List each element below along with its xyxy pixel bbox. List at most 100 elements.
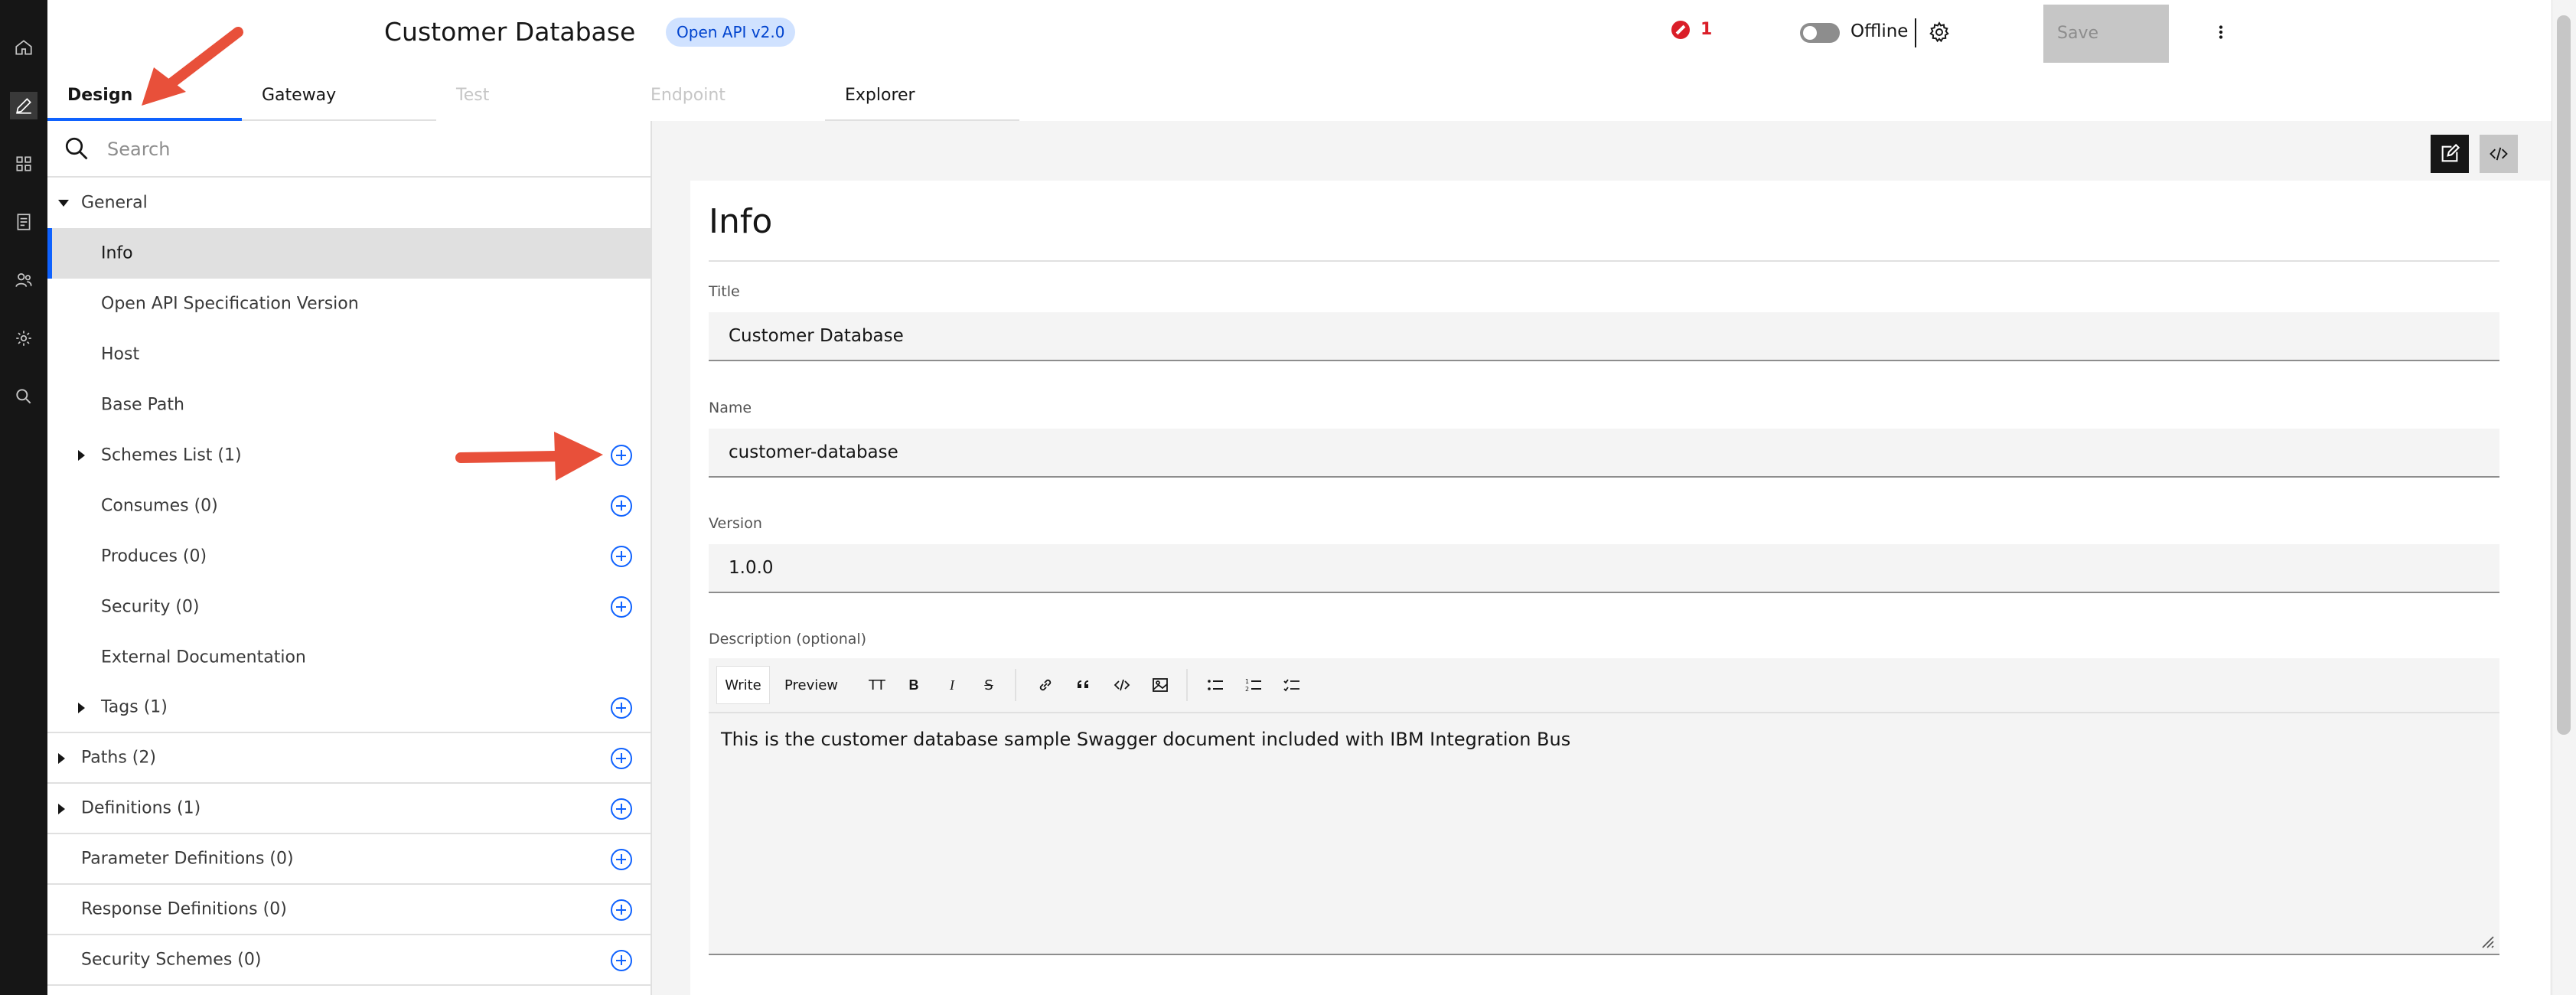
code-icon xyxy=(2490,147,2508,161)
quote-icon[interactable] xyxy=(1067,666,1101,704)
sidebar-item-label: Consumes (0) xyxy=(101,496,218,516)
form-view-button[interactable] xyxy=(2431,135,2469,173)
add-icon[interactable] xyxy=(611,697,632,719)
sidebar-item[interactable]: Open API Specification Version xyxy=(47,279,651,329)
outline-sidebar: General Info Open API Specification Versio… xyxy=(47,121,652,995)
search-input[interactable] xyxy=(106,132,626,167)
sidebar-item-label: Host xyxy=(101,344,140,364)
sidebar-item[interactable]: Tags (1) xyxy=(47,683,651,733)
checklist-icon[interactable] xyxy=(1275,666,1309,704)
add-icon[interactable] xyxy=(611,849,632,870)
sidebar-item[interactable]: External Documentation xyxy=(47,632,651,683)
title-input[interactable] xyxy=(709,312,2499,361)
image-icon[interactable] xyxy=(1143,666,1177,704)
sidebar-item-label: Tags (1) xyxy=(101,697,168,717)
sidebar-item-label: Security Schemes (0) xyxy=(81,950,262,970)
settings-icon[interactable] xyxy=(1925,18,1953,46)
tab-test: Test xyxy=(436,77,631,121)
write-tab[interactable]: Write xyxy=(716,666,770,704)
scrollbar-thumb[interactable] xyxy=(2557,15,2571,735)
bulleted-list-icon[interactable] xyxy=(1198,666,1232,704)
sidebar-item[interactable]: Security (0) xyxy=(47,582,651,632)
chevron-right-icon[interactable] xyxy=(78,703,85,713)
code-icon[interactable] xyxy=(1105,666,1139,704)
toggle-knob xyxy=(1803,26,1817,40)
editor-toolbar: Write Preview TT B I S 1 2 xyxy=(709,658,2499,713)
svg-text:2: 2 xyxy=(1245,686,1249,693)
description-text[interactable]: This is the customer database sample Swa… xyxy=(721,729,2481,750)
sidebar-item[interactable]: Response Definitions (0) xyxy=(47,885,651,935)
bold-button[interactable]: B xyxy=(898,666,929,704)
preview-tab[interactable]: Preview xyxy=(778,666,845,704)
sidebar-item[interactable]: Parameter Definitions (0) xyxy=(47,834,651,885)
add-icon[interactable] xyxy=(611,798,632,820)
strikethrough-button[interactable]: S xyxy=(973,666,1004,704)
sidebar-item-label: Response Definitions (0) xyxy=(81,899,287,919)
tab-gateway[interactable]: Gateway xyxy=(242,77,436,121)
search-icon[interactable] xyxy=(10,383,37,410)
sidebar-item[interactable]: Base Path xyxy=(47,380,651,430)
apps-icon[interactable] xyxy=(10,150,37,178)
left-nav-rail xyxy=(0,0,47,995)
save-button[interactable]: Save xyxy=(2043,5,2169,63)
link-icon[interactable] xyxy=(1029,666,1062,704)
main-panel: Info Title Name Version Description (opt… xyxy=(652,121,2552,995)
add-icon[interactable] xyxy=(611,495,632,517)
numbered-list-icon[interactable]: 12 xyxy=(1237,666,1270,704)
sidebar-item-label: Security (0) xyxy=(101,597,200,617)
header-divider xyxy=(1915,18,1916,47)
error-indicator[interactable]: 1 xyxy=(1671,20,1712,39)
annotation-arrow-icon xyxy=(455,432,603,481)
sidebar-item[interactable]: Consumes (0) xyxy=(47,481,651,531)
italic-button[interactable]: I xyxy=(937,666,967,704)
search-icon xyxy=(65,137,88,160)
users-icon[interactable] xyxy=(10,266,37,294)
overflow-menu-icon[interactable] xyxy=(2207,18,2235,46)
heading-divider xyxy=(709,260,2499,262)
chevron-right-icon[interactable] xyxy=(78,450,85,461)
offline-toggle[interactable] xyxy=(1800,23,1840,43)
add-icon[interactable] xyxy=(611,445,632,466)
sidebar-item[interactable]: Info xyxy=(47,228,651,279)
home-icon[interactable] xyxy=(10,34,37,61)
settings-icon[interactable] xyxy=(10,325,37,352)
sidebar-item[interactable]: Produces (0) xyxy=(47,531,651,582)
description-editor[interactable]: Write Preview TT B I S 1 2 This is the c… xyxy=(709,658,2499,955)
add-icon[interactable] xyxy=(611,596,632,618)
sidebar-item[interactable]: Host xyxy=(47,329,651,380)
add-icon[interactable] xyxy=(611,546,632,567)
sidebar-item-label: Info xyxy=(101,243,133,263)
heading-button[interactable]: TT xyxy=(862,666,892,704)
sidebar-item-label: Produces (0) xyxy=(101,546,207,566)
chevron-down-icon[interactable] xyxy=(58,200,69,207)
name-label: Name xyxy=(709,400,752,416)
sidebar-item[interactable]: Definitions (1) xyxy=(47,784,651,834)
add-icon[interactable] xyxy=(611,899,632,921)
toolbar-divider xyxy=(1015,669,1016,701)
toolbar-divider xyxy=(1186,669,1188,701)
resize-handle-icon[interactable] xyxy=(2477,931,2495,949)
section-heading: Info xyxy=(709,202,773,241)
info-form: Info Title Name Version Description (opt… xyxy=(690,181,2550,995)
sidebar-item-label: Parameter Definitions (0) xyxy=(81,849,294,869)
document-icon[interactable] xyxy=(10,208,37,236)
chevron-right-icon[interactable] xyxy=(58,804,65,814)
name-input[interactable] xyxy=(709,429,2499,478)
version-input[interactable] xyxy=(709,544,2499,593)
add-icon[interactable] xyxy=(611,950,632,971)
svg-text:1: 1 xyxy=(1245,678,1249,685)
sidebar-item-label: Schemes List (1) xyxy=(101,445,242,465)
edit-icon[interactable] xyxy=(10,92,37,119)
sidebar-item[interactable]: General xyxy=(47,178,651,228)
sidebar-item-label: External Documentation xyxy=(101,648,306,667)
spec-version-tag: Open API v2.0 xyxy=(666,18,796,47)
sidebar-item[interactable]: Paths (2) xyxy=(47,733,651,784)
error-count: 1 xyxy=(1700,20,1713,39)
chevron-right-icon[interactable] xyxy=(58,753,65,764)
offline-label: Offline xyxy=(1850,21,1909,41)
tab-explorer[interactable]: Explorer xyxy=(825,77,1019,121)
page-scrollbar[interactable] xyxy=(2552,0,2576,995)
sidebar-item[interactable]: Security Schemes (0) xyxy=(47,935,651,986)
add-icon[interactable] xyxy=(611,748,632,769)
code-view-button[interactable] xyxy=(2480,135,2518,173)
